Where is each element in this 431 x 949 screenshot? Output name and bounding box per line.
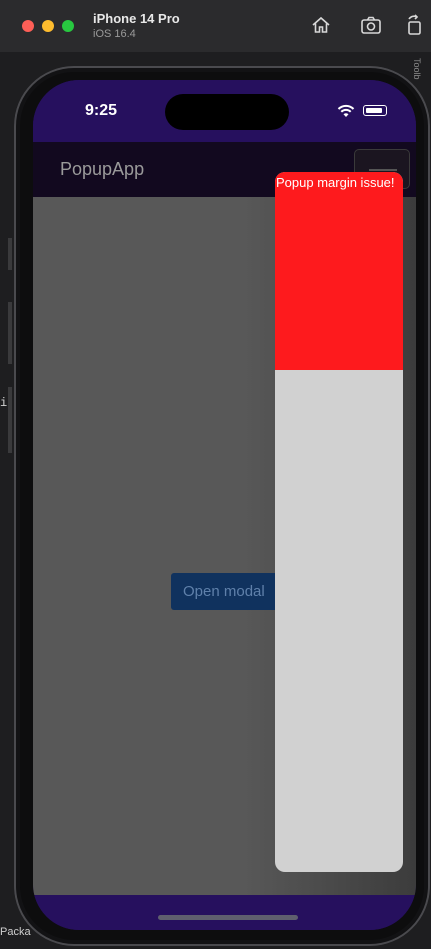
popup-header: Popup margin issue! <box>275 172 403 370</box>
background-code-fragment: i <box>0 396 8 410</box>
device-name: iPhone 14 Pro <box>93 11 180 26</box>
background-panel-edge <box>8 387 12 453</box>
background-panel-edge <box>8 302 12 364</box>
background-panel-edge <box>8 238 12 270</box>
hamburger-menu-icon <box>369 169 397 171</box>
minimize-window-button[interactable] <box>42 20 54 32</box>
screenshot-icon[interactable] <box>360 14 382 36</box>
simulator-titlebar: iPhone 14 Pro iOS 16.4 <box>0 0 431 53</box>
phone-screen: 9:25 PopupApp Open modal Popup margin is… <box>33 80 416 930</box>
battery-icon <box>363 105 387 116</box>
home-area <box>33 895 416 930</box>
os-version: iOS 16.4 <box>93 28 136 40</box>
close-window-button[interactable] <box>22 20 34 32</box>
background-toolbar-label: Toolb <box>412 58 422 80</box>
home-indicator[interactable] <box>158 915 298 920</box>
home-icon[interactable] <box>310 14 332 36</box>
dynamic-island <box>165 94 289 130</box>
rotate-icon[interactable] <box>404 14 426 36</box>
popup-message: Popup margin issue! <box>276 175 395 190</box>
open-modal-button[interactable]: Open modal <box>171 573 281 610</box>
app-title: PopupApp <box>60 159 145 179</box>
zoom-window-button[interactable] <box>62 20 74 32</box>
status-bar: 9:25 <box>33 80 416 142</box>
status-time: 9:25 <box>85 102 118 119</box>
popup-modal[interactable]: Popup margin issue! <box>275 172 403 872</box>
background-packages-label: Packa <box>0 926 31 938</box>
wifi-icon <box>337 104 355 117</box>
